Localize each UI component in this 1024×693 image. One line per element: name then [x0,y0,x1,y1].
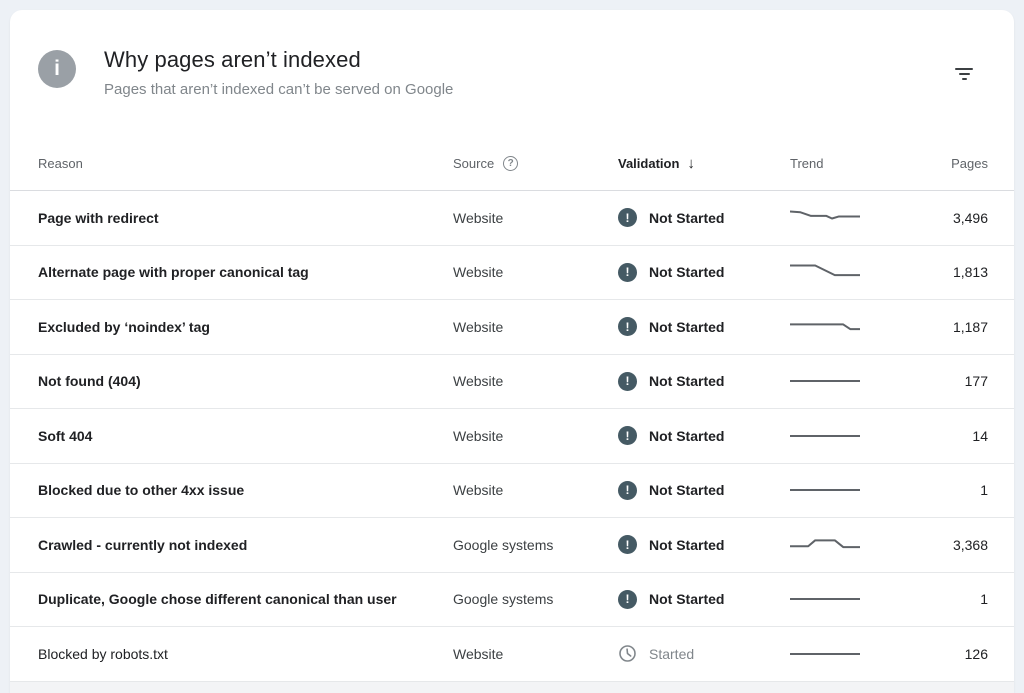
trend-sparkline [778,586,908,612]
source-cell: Google systems [453,591,554,608]
validation-cell: ! Not Started [618,262,778,282]
reason-cell: Blocked by robots.txt [38,645,168,662]
filter-list-icon [955,68,973,80]
validation-cell: ! Not Started [618,480,778,500]
not-started-exclamation-icon: ! [618,262,637,282]
table-row[interactable]: Excluded by ‘noindex’ tag Website ! Not … [10,300,1014,355]
reason-cell: Alternate page with proper canonical tag [38,264,309,281]
source-cell: Website [453,482,504,499]
not-started-exclamation-icon: ! [618,426,637,446]
validation-status-label: Not Started [649,536,725,553]
column-header-pages[interactable]: Pages [908,156,988,171]
validation-cell: ! Not Started [618,426,778,446]
pages-count-cell: 14 [972,427,988,444]
trend-sparkline [778,259,908,285]
column-header-reason[interactable]: Reason [38,156,453,171]
not-started-exclamation-icon: ! [618,480,637,500]
source-cell: Website [453,264,504,281]
validation-cell: ! Not Started [618,535,778,555]
table-row[interactable]: Soft 404 Website ! Not Started 14 [10,409,1014,464]
trend-sparkline [778,423,908,449]
table-row[interactable]: Crawled - currently not indexed Google s… [10,518,1014,573]
pages-count-cell: 177 [964,373,988,390]
not-started-exclamation-icon: ! [618,589,637,609]
reason-cell: Blocked due to other 4xx issue [38,482,245,499]
source-cell: Website [453,427,504,444]
pages-count-cell: 1,187 [952,318,988,335]
validation-cell: ! Not Started [618,371,778,391]
table-body: Page with redirect Website ! Not Started… [10,191,1014,682]
started-clock-icon [618,644,637,663]
table-row[interactable]: Blocked due to other 4xx issue Website !… [10,464,1014,518]
source-cell: Website [453,318,504,335]
trend-sparkline [778,314,908,340]
reason-cell: Page with redirect [38,209,159,226]
filter-button[interactable] [950,60,978,88]
trend-sparkline [778,532,908,558]
validation-status-label: Not Started [649,427,725,444]
validation-status-label: Not Started [649,264,725,281]
sort-descending-icon: ↓ [687,155,695,172]
table-header-row: Reason Source ? Validation ↓ Trend Pages [10,137,1014,191]
info-icon: i [38,50,76,88]
reason-cell: Not found (404) [38,373,141,390]
source-cell: Website [453,373,504,390]
trend-sparkline [778,205,908,231]
not-started-exclamation-icon: ! [618,371,637,391]
table-row[interactable]: Page with redirect Website ! Not Started… [10,191,1014,246]
title-block: Why pages aren’t indexed Pages that aren… [104,46,453,101]
reason-cell: Crawled - currently not indexed [38,536,248,553]
validation-status-label: Not Started [649,209,725,226]
source-cell: Website [453,209,504,226]
reason-cell: Soft 404 [38,427,93,444]
pages-count-cell: 1 [980,591,988,608]
table-row[interactable]: Not found (404) Website ! Not Started 17… [10,355,1014,409]
page-title: Why pages aren’t indexed [104,47,361,72]
validation-header-label: Validation [618,156,680,171]
reason-cell: Duplicate, Google chose different canoni… [38,591,397,608]
table-row[interactable]: Duplicate, Google chose different canoni… [10,573,1014,627]
index-report-card: i Why pages aren’t indexed Pages that ar… [10,10,1014,693]
trend-sparkline [778,368,908,394]
pages-count-cell: 1,813 [952,264,988,281]
validation-cell: ! Not Started [618,317,778,337]
not-started-exclamation-icon: ! [618,208,637,228]
validation-status-label: Not Started [649,482,725,499]
pages-count-cell: 126 [964,645,988,662]
not-started-exclamation-icon: ! [618,317,637,337]
pages-count-cell: 1 [980,482,988,499]
column-header-validation[interactable]: Validation ↓ [618,155,778,172]
page-subtitle: Pages that aren’t indexed can’t be serve… [104,81,454,98]
help-icon[interactable]: ? [503,156,519,171]
validation-status-label: Not Started [649,373,725,390]
card-header: i Why pages aren’t indexed Pages that ar… [10,10,1014,101]
validation-cell: ! Not Started [618,589,778,609]
column-header-source[interactable]: Source ? [453,156,618,171]
reason-cell: Excluded by ‘noindex’ tag [38,318,210,335]
source-header-label: Source [453,156,495,171]
validation-cell: ! Not Started [618,208,778,228]
pages-count-cell: 3,496 [952,209,988,226]
partial-next-row [10,681,1014,693]
table-row[interactable]: Blocked by robots.txt Website Started 12… [10,627,1014,682]
validation-cell: Started [618,644,778,663]
source-cell: Google systems [453,536,554,553]
table-row[interactable]: Alternate page with proper canonical tag… [10,246,1014,300]
trend-sparkline [778,477,908,503]
column-header-trend[interactable]: Trend [778,156,908,171]
validation-status-label: Started [649,645,695,662]
trend-sparkline [778,641,908,667]
validation-status-label: Not Started [649,591,725,608]
pages-count-cell: 3,368 [952,536,988,553]
source-cell: Website [453,645,504,662]
validation-status-label: Not Started [649,318,725,335]
not-started-exclamation-icon: ! [618,535,637,555]
